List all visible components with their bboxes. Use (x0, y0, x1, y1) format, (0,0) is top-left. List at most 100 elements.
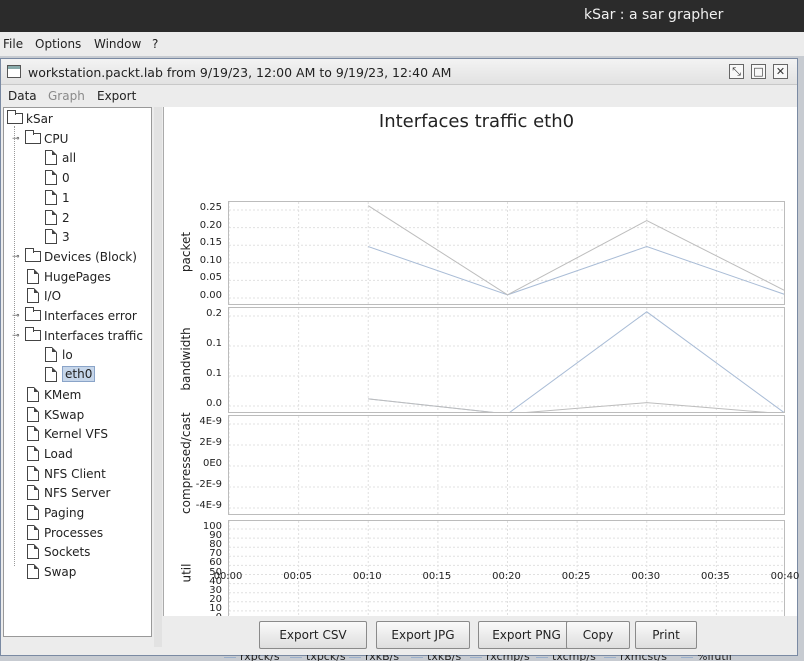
x-tick-label: 00:15 (422, 571, 452, 582)
tree-item-label: Processes (44, 525, 104, 540)
tree-item-interfaces-error[interactable]: ⊸ Interfaces error (4, 307, 149, 325)
x-tick-label: 00:20 (492, 571, 521, 582)
print-button[interactable]: Print (635, 621, 697, 649)
tree-item-label: 1 (62, 190, 70, 205)
menu-options[interactable]: Options (35, 37, 81, 51)
y-axis-label: util (179, 563, 193, 582)
tree-item-kswap[interactable]: KSwap (4, 406, 149, 424)
export-png-button[interactable]: Export PNG (478, 621, 575, 649)
file-icon (27, 485, 39, 501)
tree-item-label: NFS Client (44, 466, 106, 481)
export-jpg-button[interactable]: Export JPG (376, 621, 470, 649)
collapse-handle-icon[interactable]: ⊸ (12, 331, 20, 341)
tree-item-label: HugePages (44, 269, 111, 284)
internal-frame: workstation.packt.lab from 9/19/23, 12:0… (0, 58, 799, 661)
tree-item-eth0[interactable]: eth0 (4, 366, 149, 384)
collapse-handle-icon[interactable]: ⊸ (12, 134, 20, 144)
tree-item-label: Sockets (44, 545, 91, 560)
subplot-compressed-cast[interactable] (228, 415, 785, 515)
subplot-canvas (229, 416, 784, 514)
tree-item-0[interactable]: 0 (4, 169, 149, 187)
tree-item-kernel-vfs[interactable]: Kernel VFS (4, 425, 149, 443)
y-axis-label: packet (179, 231, 193, 273)
y-axis-label: bandwidth (179, 327, 193, 391)
tree-item-i-o[interactable]: I/O (4, 287, 149, 305)
x-tick-label: 00:40 (770, 571, 800, 582)
tree-item-2[interactable]: 2 (4, 209, 149, 227)
folder-icon (25, 247, 41, 262)
x-tick-label: 00:00 (213, 571, 243, 582)
internal-frame-title: workstation.packt.lab from 9/19/23, 12:0… (28, 65, 452, 80)
tree-item-all[interactable]: all (4, 149, 149, 167)
file-icon (27, 465, 39, 481)
file-icon (27, 505, 39, 520)
tree-root-label: kSar (26, 112, 53, 126)
tree-item-3[interactable]: 3 (4, 228, 149, 246)
tree-item-nfs-client[interactable]: NFS Client (4, 465, 149, 483)
file-icon (27, 268, 39, 284)
subplot-canvas (229, 202, 784, 304)
legend-swatch (411, 656, 423, 658)
close-icon[interactable]: ✕ (773, 64, 788, 79)
tree-item-label: I/O (44, 289, 62, 304)
window-title: kSar : a sar grapher (584, 7, 724, 23)
file-icon (45, 150, 57, 166)
chart-title: Interfaces traffic eth0 (378, 111, 575, 132)
metrics-tree[interactable]: kSar ⊸ CPU all 0 1 2 3 ⊸ Devices (Block) HugePages… (3, 107, 152, 637)
file-icon (27, 426, 39, 442)
tree-item-label: Interfaces error (44, 309, 137, 323)
menu-help[interactable]: ? (152, 37, 158, 51)
legend-swatch (349, 656, 361, 658)
export-buttons-bar: Export CSV Export JPG Export PNG Copy Pr… (163, 616, 797, 655)
legend-swatch (290, 656, 302, 658)
file-icon (27, 406, 39, 422)
menu-file[interactable]: File (3, 37, 23, 51)
tree-item-label: KMem (44, 387, 82, 402)
export-csv-button[interactable]: Export CSV (259, 621, 367, 649)
tree-item-label: 2 (62, 210, 70, 225)
split-divider[interactable] (154, 107, 162, 647)
file-icon (45, 367, 57, 383)
file-icon (45, 229, 57, 245)
main-menubar: File Options Window ? (0, 33, 804, 55)
file-icon (27, 386, 39, 402)
menu-graph[interactable]: Graph (48, 89, 85, 103)
tree-item-label: eth0 (62, 366, 96, 383)
file-icon (45, 170, 57, 186)
tree-item-devices-block[interactable]: ⊸ Devices (Block) (4, 247, 149, 266)
tree-item-label: 3 (62, 230, 70, 245)
tree-item-kmem[interactable]: KMem (4, 386, 149, 404)
subplot-bandwidth[interactable] (228, 307, 785, 413)
tree-item-label: Paging (44, 506, 85, 520)
tree-item-cpu[interactable]: ⊸ CPU (4, 129, 149, 148)
legend-swatch (536, 656, 548, 658)
expand-handle-icon[interactable]: ⊸ (12, 252, 20, 262)
menu-window[interactable]: Window (94, 37, 141, 51)
expand-handle-icon[interactable]: ⊸ (12, 311, 20, 321)
tree-item-nfs-server[interactable]: NFS Server (4, 484, 149, 502)
tree-item-load[interactable]: Load (4, 445, 149, 463)
graph-panel: Interfaces traffic eth0 0.25 0.20 0.15 0.10… (163, 107, 799, 661)
menu-data[interactable]: Data (8, 89, 37, 103)
internal-frame-titlebar[interactable]: workstation.packt.lab from 9/19/23, 12:0… (1, 59, 797, 85)
tree-item-interfaces-traffic[interactable]: ⊸ Interfaces traffic (4, 326, 149, 345)
subplot-packet[interactable] (228, 201, 785, 305)
x-tick-label: 00:25 (561, 571, 591, 582)
tree-item-sockets[interactable]: Sockets (4, 543, 149, 561)
tree-item-processes[interactable]: Processes (4, 524, 149, 542)
file-icon (27, 445, 39, 461)
copy-button[interactable]: Copy (566, 621, 630, 649)
maximize-icon[interactable]: □ (751, 64, 766, 79)
file-icon (27, 544, 39, 560)
window-titlebar: kSar : a sar grapher (0, 0, 804, 32)
menu-export[interactable]: Export (97, 89, 136, 103)
tree-item-1[interactable]: 1 (4, 189, 149, 207)
iconify-icon[interactable]: ⤡ (729, 64, 744, 79)
tree-item-paging[interactable]: Paging (4, 504, 149, 522)
tree-item-swap[interactable]: Swap (4, 563, 149, 581)
tree-item-hugepages[interactable]: HugePages (4, 268, 149, 286)
file-icon (45, 347, 57, 363)
file-icon (27, 564, 39, 580)
document-icon (7, 65, 21, 78)
tree-item-lo[interactable]: lo (4, 346, 149, 364)
